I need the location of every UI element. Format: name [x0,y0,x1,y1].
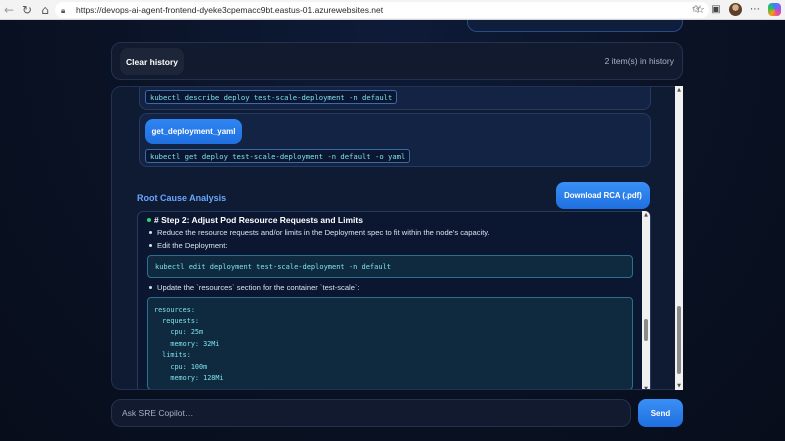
yaml-line: memory: 32Mi [154,340,220,348]
yaml-line: limits: [154,351,191,359]
scroll-up-icon[interactable]: ▲ [642,211,650,219]
rca-scrollbar[interactable]: ▲ ▼ [642,211,650,389]
previous-message-fragment [467,20,683,32]
address-url: https://devops-ai-agent-frontend-dyeke3c… [76,5,384,15]
list-item-text: Update the `resources` section for the c… [157,283,360,292]
command-code: kubectl get deploy test-scale-deployment… [145,149,411,163]
send-button[interactable]: Send [638,399,683,427]
scrollbar-thumb[interactable] [644,319,648,341]
collections-icon[interactable]: ▣ [709,2,723,16]
yaml-line: cpu: 25m [154,328,204,336]
yaml-line: requests: [154,317,200,325]
scroll-up-icon[interactable]: ▲ [675,86,683,94]
command-card: get_deployment_yaml kubectl get deploy t… [139,113,651,167]
tool-button-get-deployment-yaml[interactable]: get_deployment_yaml [145,119,242,144]
chat-panel: kubectl describe deploy test-scale-deplo… [111,86,683,390]
rca-content: # Step 2: Adjust Pod Resource Requests a… [137,211,651,389]
list-item-text: Reduce the resource requests and/or limi… [157,228,490,237]
yaml-line: memory: 128Mi [154,374,224,382]
download-rca-button[interactable]: Download RCA (.pdf) [556,182,650,209]
edit-command-code: kubectl edit deployment test-scale-deplo… [147,255,633,278]
bullet-icon [149,286,152,289]
command-card: kubectl describe deploy test-scale-deplo… [139,87,651,110]
list-item-text: Edit the Deployment: [157,241,228,250]
copilot-icon[interactable] [768,2,781,16]
scroll-down-icon[interactable]: ▼ [675,382,683,390]
more-menu-icon[interactable]: ⋯ [748,2,762,16]
bullet-icon [149,244,152,247]
profile-avatar[interactable] [729,2,742,16]
yaml-line: resources: [154,306,195,314]
bullet-icon [149,231,152,234]
refresh-icon[interactable]: ↻ [18,1,36,19]
home-icon[interactable]: ⌂ [36,1,54,19]
address-bar[interactable]: 🔒︎ https://devops-ai-agent-frontend-dyek… [55,2,709,18]
list-item: Edit the Deployment: [149,241,228,250]
scrollbar-thumb[interactable] [677,306,681,374]
list-item: Update the `resources` section for the c… [149,283,360,292]
status-dot-icon [147,218,151,222]
ask-input[interactable] [111,399,631,427]
rca-title: Root Cause Analysis [137,193,227,203]
clear-history-button[interactable]: Clear history [120,48,184,75]
favorites-icon[interactable]: ✩ [689,2,703,16]
command-code: kubectl describe deploy test-scale-deplo… [145,90,398,104]
browser-toolbar: ← ↻ ⌂ 🔒︎ https://devops-ai-agent-fronten… [0,0,785,20]
step-heading: # Step 2: Adjust Pod Resource Requests a… [147,215,363,225]
back-arrow-icon[interactable]: ← [0,1,18,19]
scroll-down-icon[interactable]: ▼ [642,385,650,389]
history-count: 2 item(s) in history [604,56,674,66]
list-item: Reduce the resource requests and/or limi… [149,228,490,237]
yaml-code-block: resources: requests: cpu: 25m memory: 32… [147,297,633,389]
step-title: # Step 2: Adjust Pod Resource Requests a… [154,215,363,225]
yaml-line: cpu: 100m [154,363,208,371]
history-bar: Clear history 2 item(s) in history [111,42,683,80]
lock-icon: 🔒︎ [61,5,66,15]
panel-scrollbar[interactable]: ▲ ▼ [675,86,683,390]
